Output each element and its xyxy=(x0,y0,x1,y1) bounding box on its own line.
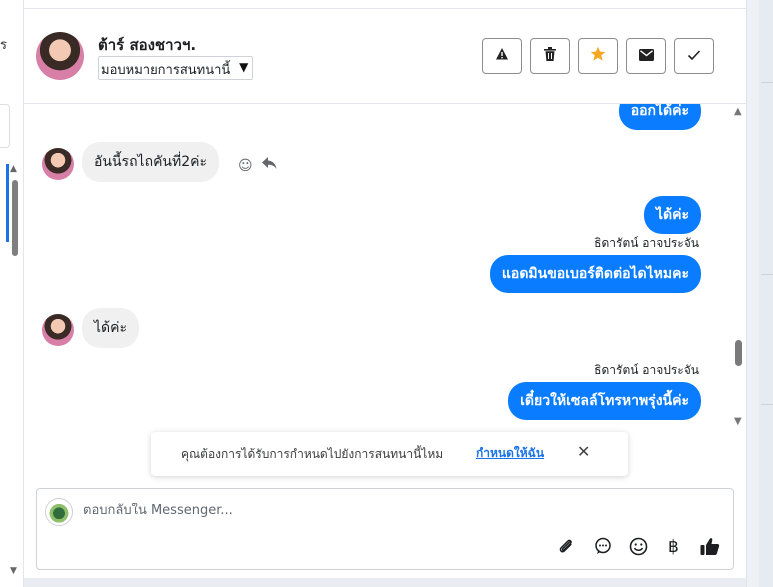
assign-to-me-link[interactable]: กำหนดให้ฉัน xyxy=(476,444,544,463)
incoming-message[interactable]: อันนี้รถไถคันที่2ค่ะ xyxy=(82,142,220,182)
scroll-down-icon[interactable]: ▼ xyxy=(734,416,742,427)
contact-avatar-small xyxy=(42,148,74,180)
outgoing-message[interactable]: เดี๋ยวให้เซลล์โทรหาพรุ่งนี้ค่ะ xyxy=(508,382,701,420)
panel-divider xyxy=(761,274,773,275)
bottom-divider xyxy=(24,578,746,587)
header-divider xyxy=(24,8,746,9)
inbox-window: ร ▲ ▼ ต้าร์ สองชาวฯ. มอบหมายการสนทนานี้ … xyxy=(0,0,773,587)
mark-unread-button[interactable] xyxy=(626,38,666,74)
mark-done-button[interactable] xyxy=(674,38,714,74)
delete-button[interactable] xyxy=(530,38,570,74)
assign-conversation-select[interactable]: มอบหมายการสนทนานี้ ▼ xyxy=(98,56,254,80)
check-icon xyxy=(687,47,701,65)
star-icon xyxy=(590,46,606,66)
scroll-up-icon[interactable]: ▲ xyxy=(734,106,742,117)
thread-scrollbar[interactable]: ▲ ▼ xyxy=(732,104,746,430)
outgoing-message[interactable]: ได้ค่ะ xyxy=(643,196,701,234)
message-thread: ออกได้ค่ะ อันนี้รถไถคันที่2ค่ะ ☺ ได้ค่ะ … xyxy=(24,104,746,430)
conversation-list-panel: ร ▲ ▼ xyxy=(0,0,24,587)
reply-input[interactable] xyxy=(83,503,683,518)
reply-icon[interactable] xyxy=(262,157,277,173)
contact-name[interactable]: ต้าร์ สองชาวฯ. xyxy=(98,33,196,57)
sender-name: ธิดารัตน์ อาจประจัน xyxy=(594,236,699,250)
reply-composer: ฿ xyxy=(36,488,734,570)
thumbs-up-icon[interactable] xyxy=(700,537,720,561)
panel-divider xyxy=(761,404,773,405)
sender-name: ธิดารัตน์ อาจประจัน xyxy=(594,363,699,377)
outgoing-message[interactable]: ออกได้ค่ะ xyxy=(618,104,701,130)
panel-divider xyxy=(761,82,773,83)
star-button[interactable] xyxy=(578,38,618,74)
react-emoji-icon[interactable]: ☺ xyxy=(238,158,253,174)
incoming-message[interactable]: ได้ค่ะ xyxy=(82,308,140,348)
conversation-header: ต้าร์ สองชาวฯ. มอบหมายการสนทนานี้ ▼ xyxy=(24,0,746,104)
scrollbar-thumb[interactable] xyxy=(12,180,18,256)
scroll-up-icon[interactable]: ▲ xyxy=(10,164,17,174)
outgoing-message[interactable]: แอดมินขอเบอร์ติดต่อไดไหมคะ xyxy=(489,255,701,293)
scrollbar-thumb[interactable] xyxy=(735,340,742,366)
assign-select-label: มอบหมายการสนทนานี้ xyxy=(101,63,231,78)
saved-reply-icon[interactable] xyxy=(594,537,612,560)
attachment-icon[interactable] xyxy=(557,537,575,560)
sidebar-text-fragment: ร xyxy=(0,38,7,53)
report-button[interactable] xyxy=(482,38,522,74)
details-panel-strip xyxy=(759,0,773,587)
details-panel-edge xyxy=(746,0,773,587)
caret-down-icon: ▼ xyxy=(239,60,249,74)
emoji-icon[interactable] xyxy=(629,537,648,561)
warning-icon xyxy=(495,47,509,65)
sidebar-search-box[interactable] xyxy=(0,104,10,148)
toast-message: คุณต้องการได้รับการกำหนดไปยังการสนทนานี้… xyxy=(181,447,444,461)
conversation-list-scrollbar[interactable]: ▲ ▼ xyxy=(10,164,20,580)
page-avatar xyxy=(45,498,73,526)
payment-icon[interactable]: ฿ xyxy=(668,537,679,557)
trash-icon xyxy=(544,47,556,65)
contact-avatar[interactable] xyxy=(36,32,84,80)
contact-avatar-small xyxy=(42,314,74,346)
close-icon[interactable]: ✕ xyxy=(577,442,590,461)
envelope-icon xyxy=(638,47,654,65)
scroll-down-icon[interactable]: ▼ xyxy=(10,566,17,576)
active-conversation-indicator xyxy=(6,164,9,242)
assign-prompt-toast: คุณต้องการได้รับการกำหนดไปยังการสนทนานี้… xyxy=(151,432,628,476)
